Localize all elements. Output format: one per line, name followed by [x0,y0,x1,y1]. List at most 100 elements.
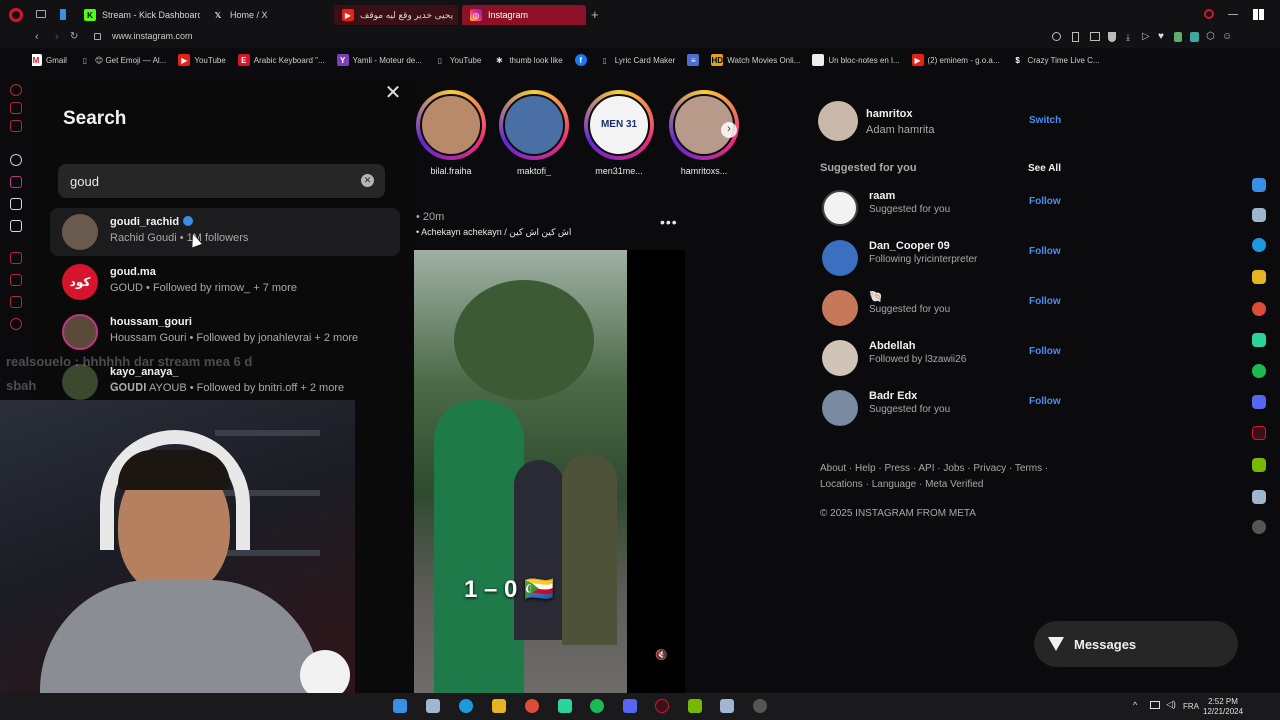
spotify-icon[interactable] [590,699,604,713]
bookmark-item[interactable]: ▶ YouTube [178,52,226,68]
chrome-icon[interactable] [525,699,539,713]
inbox-icon[interactable] [10,120,22,132]
app-icon[interactable] [1252,490,1266,504]
volume-icon[interactable]: ◁) [1166,699,1176,710]
avatar[interactable] [822,290,858,326]
follow-button[interactable]: Follow [1029,346,1061,357]
opera-icon[interactable] [655,699,669,713]
snapshot-icon[interactable] [1090,32,1100,41]
bookmark-icon[interactable] [1072,32,1079,42]
url-field[interactable]: www.instagram.com [112,31,193,41]
tray-chevron-icon[interactable]: ^ [1133,700,1137,710]
story-item[interactable]: bilal.fraiha [416,90,486,180]
obs-icon[interactable] [1252,520,1266,534]
puzzle-icon[interactable]: ⬡ [1206,31,1215,42]
folder-icon[interactable] [1252,270,1266,284]
search-result[interactable]: houssam_gouri Houssam Gouri • Followed b… [50,308,400,356]
story-item[interactable]: maktofi_ [499,90,569,180]
tab-kick[interactable]: K Stream - Kick Dashboard [76,5,200,25]
discord-icon[interactable] [1252,395,1266,409]
spotify-icon[interactable] [1252,364,1266,378]
clock[interactable]: 2:52 PM 12/21/2024 [1203,697,1243,717]
post-caption[interactable]: • Achekayn achekayn / اش كين اش كين [416,227,571,238]
windows-icon[interactable] [1253,9,1264,20]
folder-icon[interactable] [492,699,506,713]
suggestion-username[interactable]: Badr Edx [869,390,917,402]
new-tab-button[interactable]: + [591,7,599,22]
play-icon[interactable]: ▷ [1142,31,1150,42]
clock-icon[interactable] [10,274,22,286]
search-box[interactable]: ✕ [58,164,385,198]
minimize-icon[interactable] [1228,14,1238,15]
suggestion-username[interactable]: raam [869,190,895,202]
nvidia-icon[interactable] [1252,458,1266,472]
app-green-icon[interactable] [558,699,572,713]
messages-button[interactable]: Messages [1034,621,1238,667]
settings-icon[interactable] [10,318,22,330]
avatar[interactable] [822,240,858,276]
bookmark-item[interactable]: $ Crazy Time Live C... [1012,52,1099,68]
nvidia-icon[interactable] [688,699,702,713]
tiktok-icon[interactable] [10,198,22,210]
x-sidebar-icon[interactable] [10,220,22,232]
follow-button[interactable]: Follow [1029,246,1061,257]
post-video[interactable]: 1 – 0 🇰🇲 [414,250,627,693]
follow-button[interactable]: Follow [1029,396,1061,407]
shield-icon[interactable] [1108,32,1116,42]
tab-instagram[interactable]: ◎ Instagram [462,5,586,25]
aria-icon[interactable] [10,84,22,96]
tab-switcher-icon[interactable] [36,10,46,18]
more-options-icon[interactable]: ••• [660,214,678,230]
chatgpt-icon[interactable] [10,154,22,166]
bookmark-item[interactable]: ▯ Lyric Card Maker [599,52,675,68]
search-input[interactable] [70,172,350,190]
suggestion-username[interactable]: 🐚 [869,290,883,303]
avatar[interactable] [822,190,858,226]
discord-icon[interactable] [623,699,637,713]
avatar[interactable] [822,340,858,376]
obs-icon[interactable] [753,699,767,713]
messenger-icon[interactable] [10,102,22,114]
tab-youtube[interactable]: ▶ يحيى خدير وقع ليه موقف ✕ [334,5,458,25]
bookmark-item[interactable]: Un bloc-notes en l... [812,52,900,68]
bookmark-item[interactable]: ▯ YouTube [434,52,482,68]
footer-links[interactable]: About · Help · Press · API · Jobs · Priv… [820,461,1060,493]
avatar[interactable] [818,101,858,141]
profile-icon[interactable]: ☺ [1222,31,1232,42]
tab-x[interactable]: 𝕏 Home / X [204,5,324,25]
close-icon[interactable]: ✕ [384,83,402,103]
avatar[interactable] [822,390,858,426]
zoom-icon[interactable] [1052,32,1061,41]
search-tabs-icon[interactable] [1204,9,1214,19]
story-item[interactable]: MEN 31 men31me... [584,90,654,180]
switch-button[interactable]: Switch [1029,115,1061,126]
back-icon[interactable]: ‹ [35,31,39,43]
bookmark-item[interactable]: E Arabic Keyboard "... [237,52,325,68]
bookmark-item[interactable]: HD Watch Movies Onli... [711,52,800,68]
history-icon[interactable] [10,252,22,264]
network-icon[interactable] [1150,701,1160,709]
reload-icon[interactable]: ↻ [70,31,78,42]
extension-green-icon[interactable] [1174,32,1182,42]
download-icon[interactable]: ⤓ [1126,32,1130,43]
bookmark-item[interactable]: f [574,52,587,68]
steam-icon[interactable] [1252,178,1266,192]
stories-next-icon[interactable]: › [721,122,737,138]
search-result[interactable]: goudi_rachid Rachid Goudi • 1M followers [50,208,400,256]
extension-icon[interactable] [1190,32,1199,42]
clear-search-icon[interactable]: ✕ [361,174,374,187]
bookmark-item[interactable]: ✱ thumb look like [493,52,563,68]
follow-button[interactable]: Follow [1029,196,1061,207]
mute-icon[interactable]: 🔇 [655,650,667,661]
bookmark-item[interactable]: ▶ (2) eminem - g.o.a... [911,52,1000,68]
search-result[interactable]: كود goud.ma GOUD • Followed by rimow_ + … [50,258,400,306]
bookmark-item[interactable]: ▯ 😊 Get Emoji — Al... [79,52,167,68]
opera-icon[interactable] [1252,426,1266,440]
bookmark-item[interactable]: M Gmail [30,52,67,68]
suggestion-username[interactable]: Abdellah [869,340,915,352]
heart-icon[interactable]: ♥ [1158,31,1164,42]
chrome-icon[interactable] [1252,302,1266,316]
opera-logo-icon[interactable] [9,8,23,22]
edge-icon[interactable] [459,699,473,713]
see-all-button[interactable]: See All [1028,163,1061,174]
